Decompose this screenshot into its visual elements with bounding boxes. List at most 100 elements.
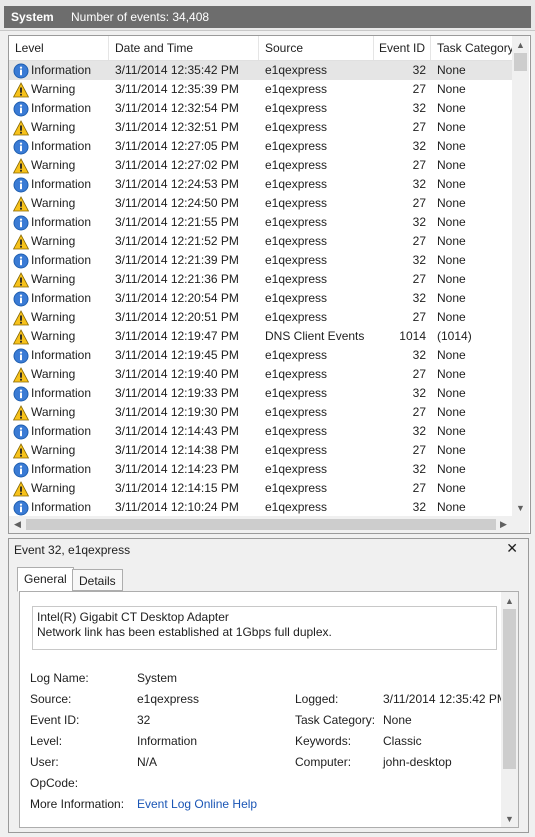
- table-row[interactable]: Information 3/11/2014 12:21:55 PM e1qexpre…: [9, 213, 512, 232]
- table-row[interactable]: Warning 3/11/2014 12:21:36 PM e1qexpress 27…: [9, 270, 512, 289]
- warning-icon: [13, 81, 30, 98]
- event-message[interactable]: Intel(R) Gigabit CT Desktop Adapter Netw…: [32, 606, 497, 650]
- log-header: System Number of events: 34,408: [0, 0, 535, 31]
- task-category-cell: None: [437, 481, 466, 495]
- warning-icon: [13, 480, 30, 497]
- detail-title: Event 32, e1qexpress: [14, 543, 131, 557]
- scroll-right-icon[interactable]: ▶: [495, 516, 512, 533]
- level-text: Information: [31, 139, 92, 153]
- event-id-cell: 32: [412, 348, 426, 362]
- scroll-left-icon[interactable]: ◀: [9, 516, 26, 533]
- event-id-cell: 32: [412, 139, 426, 153]
- table-row[interactable]: Information 3/11/2014 12:10:24 PM e1qexpre…: [9, 498, 512, 517]
- level-cell: Information: [13, 99, 113, 118]
- detail-scroll-down-icon[interactable]: ▼: [501, 810, 518, 827]
- horizontal-scrollbar[interactable]: ◀ ▶: [9, 516, 512, 533]
- level-cell: Information: [13, 460, 113, 479]
- level-cell: Warning: [13, 308, 113, 327]
- info-icon: [13, 386, 29, 402]
- task-category-cell: None: [437, 196, 466, 210]
- table-row[interactable]: Warning 3/11/2014 12:32:51 PM e1qexpress 27…: [9, 118, 512, 137]
- column-header-level[interactable]: Level: [9, 36, 109, 60]
- date-cell: 3/11/2014 12:19:30 PM: [115, 405, 239, 419]
- detail-scroll-up-icon[interactable]: ▲: [501, 592, 518, 609]
- level-cell: Warning: [13, 270, 113, 289]
- task-category-cell: None: [437, 82, 466, 96]
- detail-vertical-scrollbar[interactable]: ▲ ▼: [501, 592, 518, 827]
- task-category-cell: None: [437, 63, 466, 77]
- table-row[interactable]: Information 3/11/2014 12:19:45 PM e1qexpre…: [9, 346, 512, 365]
- source-cell: e1qexpress: [265, 405, 328, 419]
- table-row[interactable]: Warning 3/11/2014 12:20:51 PM e1qexpress 27…: [9, 308, 512, 327]
- level-text: Information: [31, 462, 92, 476]
- table-row[interactable]: Warning 3/11/2014 12:19:47 PM DNS Client E…: [9, 327, 512, 346]
- logged-label: Logged:: [295, 692, 339, 706]
- level-cell: Information: [13, 498, 113, 517]
- event-id-cell: 32: [412, 253, 426, 267]
- table-row[interactable]: Information 3/11/2014 12:32:54 PM e1qexpre…: [9, 99, 512, 118]
- horizontal-scroll-thumb[interactable]: [26, 519, 496, 530]
- date-cell: 3/11/2014 12:27:05 PM: [115, 139, 239, 153]
- table-row[interactable]: Information 3/11/2014 12:27:05 PM e1qexpre…: [9, 137, 512, 156]
- table-row[interactable]: Information 3/11/2014 12:20:54 PM e1qexpre…: [9, 289, 512, 308]
- scroll-down-icon[interactable]: ▼: [512, 499, 529, 516]
- tab-details[interactable]: Details: [72, 569, 123, 591]
- table-row[interactable]: Warning 3/11/2014 12:14:38 PM e1qexpress 27…: [9, 441, 512, 460]
- column-header-task-category[interactable]: Task Category: [431, 36, 512, 60]
- task-category-cell: None: [437, 348, 466, 362]
- table-row[interactable]: Information 3/11/2014 12:35:42 PM e1qexpre…: [9, 61, 512, 80]
- level-cell: Warning: [13, 403, 113, 422]
- date-cell: 3/11/2014 12:21:52 PM: [115, 234, 239, 248]
- vertical-scrollbar[interactable]: ▲ ▼: [512, 36, 529, 516]
- event-id-cell: 27: [412, 82, 426, 96]
- task-category-cell: None: [437, 120, 466, 134]
- event-id-cell: 32: [412, 63, 426, 77]
- table-row[interactable]: Information 3/11/2014 12:14:43 PM e1qexpre…: [9, 422, 512, 441]
- source-cell: e1qexpress: [265, 462, 328, 476]
- column-header-event-id[interactable]: Event ID: [374, 36, 431, 60]
- column-header-date[interactable]: Date and Time: [109, 36, 259, 60]
- table-row[interactable]: Warning 3/11/2014 12:19:30 PM e1qexpress 27…: [9, 403, 512, 422]
- info-icon: [13, 101, 29, 117]
- level-text: Warning: [31, 158, 76, 172]
- level-cell: Information: [13, 175, 113, 194]
- level-cell: Information: [13, 422, 113, 441]
- table-row[interactable]: Warning 3/11/2014 12:21:52 PM e1qexpress 27…: [9, 232, 512, 251]
- event-list[interactable]: Level Date and Time Source Event ID Task…: [8, 35, 531, 534]
- table-row[interactable]: Warning 3/11/2014 12:24:50 PM e1qexpress 27…: [9, 194, 512, 213]
- scroll-up-icon[interactable]: ▲: [512, 36, 529, 53]
- date-cell: 3/11/2014 12:20:54 PM: [115, 291, 239, 305]
- level-text: Information: [31, 500, 92, 514]
- warning-icon: [13, 119, 30, 136]
- source-cell: e1qexpress: [265, 500, 328, 514]
- info-icon: [13, 215, 29, 231]
- table-row[interactable]: Warning 3/11/2014 12:27:02 PM e1qexpress 27…: [9, 156, 512, 175]
- table-row[interactable]: Warning 3/11/2014 12:14:15 PM e1qexpress 27…: [9, 479, 512, 498]
- table-row[interactable]: Information 3/11/2014 12:14:23 PM e1qexpre…: [9, 460, 512, 479]
- table-row[interactable]: Information 3/11/2014 12:19:33 PM e1qexpre…: [9, 384, 512, 403]
- column-header-row: Level Date and Time Source Event ID Task…: [9, 36, 512, 61]
- table-row[interactable]: Information 3/11/2014 12:21:39 PM e1qexpre…: [9, 251, 512, 270]
- source-cell: e1qexpress: [265, 234, 328, 248]
- source-value: e1qexpress: [137, 692, 200, 706]
- detail-scroll-thumb[interactable]: [503, 609, 516, 769]
- online-help-link[interactable]: Event Log Online Help: [137, 797, 257, 811]
- level-cell: Information: [13, 137, 113, 156]
- date-cell: 3/11/2014 12:21:36 PM: [115, 272, 239, 286]
- table-row[interactable]: Warning 3/11/2014 12:35:39 PM e1qexpress 27…: [9, 80, 512, 99]
- table-row[interactable]: Warning 3/11/2014 12:19:40 PM e1qexpress 27…: [9, 365, 512, 384]
- column-header-source[interactable]: Source: [259, 36, 374, 60]
- log-header-bar: System Number of events: 34,408: [4, 6, 531, 28]
- task-category-cell: None: [437, 367, 466, 381]
- vertical-scroll-thumb[interactable]: [514, 53, 527, 71]
- table-row[interactable]: Information 3/11/2014 12:24:53 PM e1qexpre…: [9, 175, 512, 194]
- date-cell: 3/11/2014 12:24:53 PM: [115, 177, 239, 191]
- task-category-cell: None: [437, 253, 466, 267]
- level-text: Information: [31, 424, 92, 438]
- warning-icon: [13, 157, 30, 174]
- scrollbar-corner: [512, 516, 529, 533]
- date-cell: 3/11/2014 12:14:38 PM: [115, 443, 239, 457]
- computer-label: Computer:: [295, 755, 352, 769]
- tab-general[interactable]: General: [17, 567, 74, 592]
- close-icon[interactable]: ✕: [506, 540, 518, 557]
